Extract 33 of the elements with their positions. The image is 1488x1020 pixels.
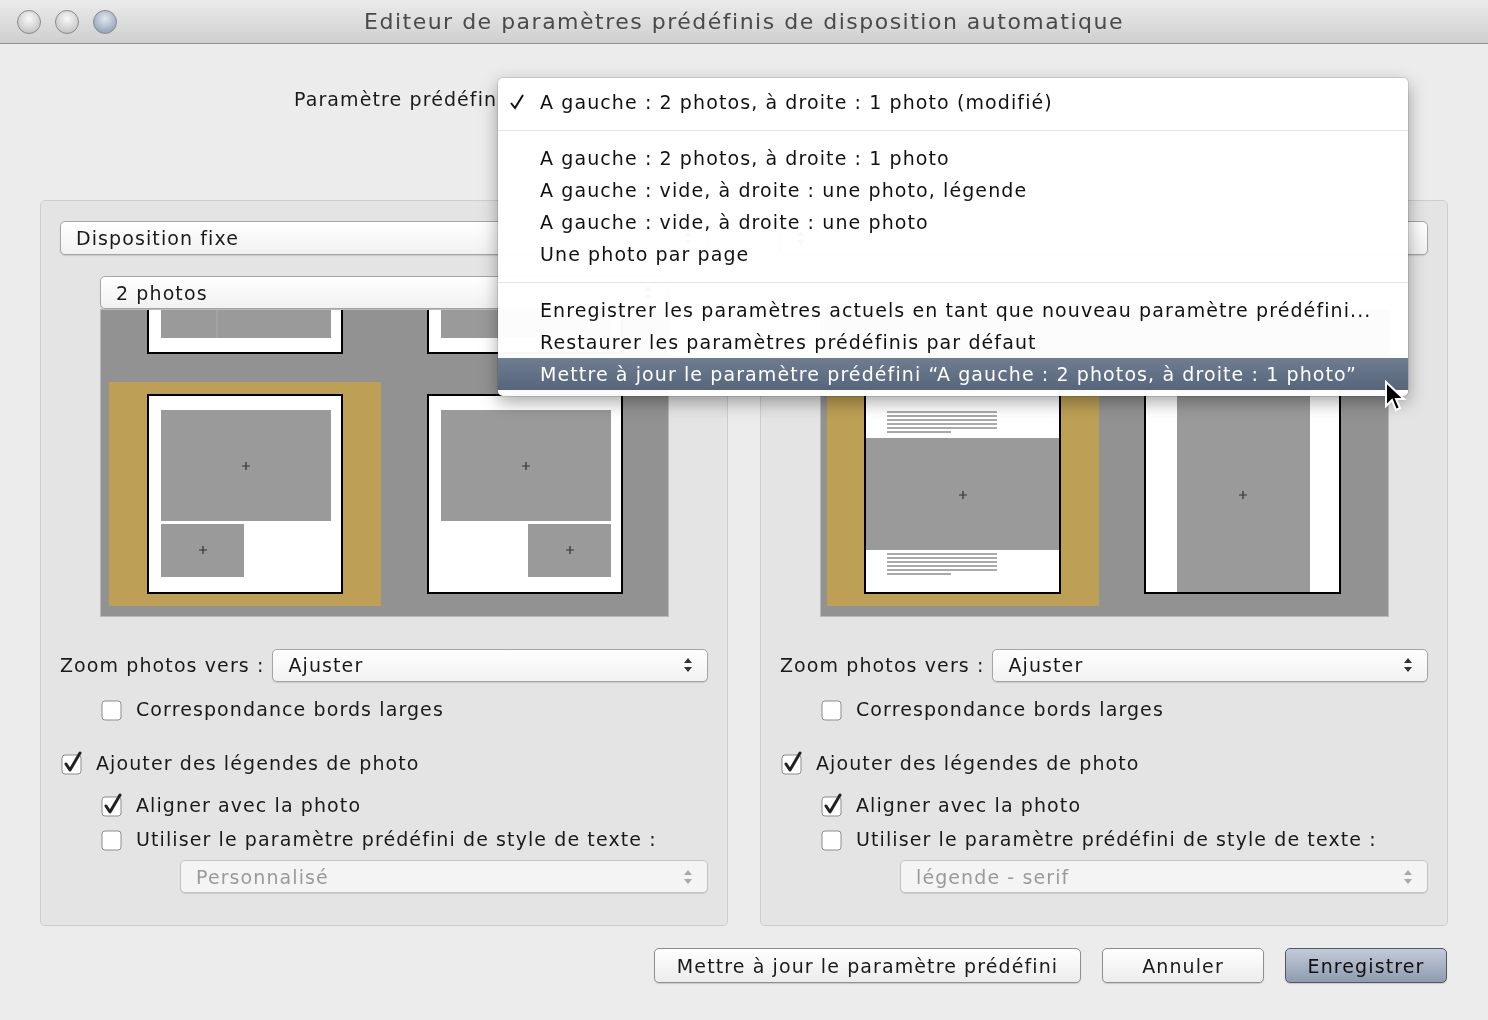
checkbox-label: Aligner avec la photo <box>856 794 1082 816</box>
dialog-button[interactable]: Enregistrer <box>1285 948 1447 983</box>
zoom-label: Zoom photos vers : <box>60 654 265 676</box>
checkbox-label: Correspondance bords larges <box>856 698 1164 720</box>
minimize-button[interactable] <box>55 9 79 34</box>
menu-item[interactable]: A gauche : 2 photos, à droite : 1 photo <box>498 142 1408 174</box>
checkbox-label: Correspondance bords larges <box>136 698 444 720</box>
checkbox[interactable] <box>780 751 804 775</box>
window-title: Editeur de paramètres prédéfinis de disposition automatique <box>364 9 1124 34</box>
zoom-button[interactable] <box>93 9 117 34</box>
checkbox-label: Aligner avec la photo <box>136 794 362 816</box>
zoom-select[interactable]: Ajuster <box>992 648 1428 682</box>
checkbox[interactable] <box>820 697 844 721</box>
checkbox[interactable] <box>100 827 124 851</box>
checkbox-label: Utiliser le paramètre prédéfini de style de texte : <box>856 828 1377 850</box>
checkbox[interactable] <box>100 697 124 721</box>
dialog-button[interactable]: Mettre à jour le paramètre prédéfini <box>654 948 1081 983</box>
zoom-label: Zoom photos vers : <box>780 654 985 676</box>
checkbox[interactable] <box>100 793 124 817</box>
dialog-button[interactable]: Annuler <box>1102 948 1264 983</box>
checkbox[interactable] <box>820 827 844 851</box>
menu-item[interactable]: Mettre à jour le paramètre prédéfini “A gauche : 2 photos, à droite : 1 photo” <box>498 358 1408 390</box>
checkbox-label: Ajouter des légendes de photo <box>96 752 420 774</box>
checkbox[interactable] <box>820 793 844 817</box>
checkbox-label: Utiliser le paramètre prédéfini de style de texte : <box>136 828 657 850</box>
checkbox[interactable] <box>60 751 84 775</box>
menu-item[interactable]: A gauche : 2 photos, à droite : 1 photo (modifié) <box>498 86 1408 118</box>
close-button[interactable] <box>17 9 41 34</box>
checkbox-label: Ajouter des légendes de photo <box>816 752 1140 774</box>
menu-item[interactable]: A gauche : vide, à droite : une photo, légende <box>498 174 1408 206</box>
menu-item[interactable]: Restaurer les paramètres prédéfinis par défaut <box>498 326 1408 358</box>
zoom-select[interactable]: Ajuster <box>272 648 708 682</box>
preset-label: Paramètre prédéfin <box>294 88 498 110</box>
